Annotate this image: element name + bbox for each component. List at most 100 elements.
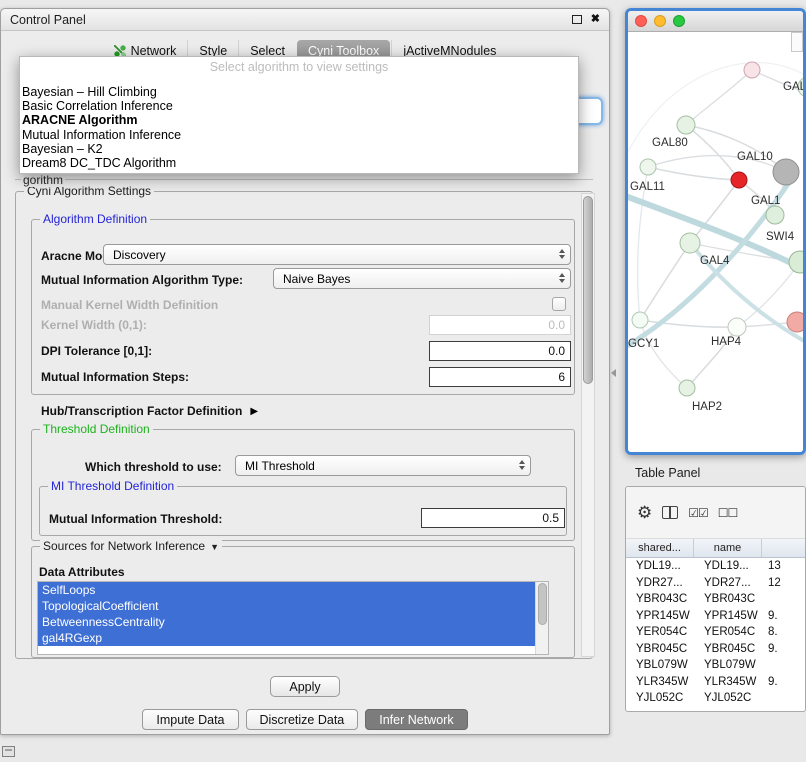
gear-icon[interactable]: ⚙	[637, 504, 652, 521]
algorithm-dropdown: Select algorithm to view settings Bayesi…	[19, 56, 579, 174]
network-node[interactable]	[766, 206, 784, 224]
attribute-item-gal4rgexp[interactable]: gal4RGexp	[38, 630, 535, 646]
network-edge[interactable]	[640, 243, 690, 320]
table-cell: YBR043C	[694, 593, 762, 605]
table-column-header-1[interactable]: shared...	[626, 539, 694, 557]
hub-definition-expander[interactable]: Hub/Transcription Factor Definition ▶	[41, 404, 258, 418]
kernel-width-input[interactable]	[429, 315, 571, 335]
network-node[interactable]	[789, 251, 803, 273]
table-panel-window: ⚙ ☑☑ ☐☐ shared...name YDL19...YDL19...13…	[625, 486, 806, 712]
table-cell: 9.	[762, 610, 805, 622]
attribute-item-topologicalcoefficient[interactable]: TopologicalCoefficient	[38, 598, 535, 614]
bottom-tab-impute-data[interactable]: Impute Data	[142, 709, 238, 730]
network-window-titlebar[interactable]	[628, 11, 803, 32]
zoom-traffic-button[interactable]	[673, 15, 685, 27]
attribute-item-betweennesscentrality[interactable]: BetweennessCentrality	[38, 614, 535, 630]
close-icon[interactable]: ✖	[591, 14, 600, 25]
docked-panel-icon[interactable]	[2, 746, 15, 757]
table-row[interactable]: YDR27...YDR27...12	[626, 575, 805, 592]
obscured-group-border	[15, 179, 593, 180]
table-row[interactable]: YBL079WYBL079W	[626, 657, 805, 674]
network-node[interactable]	[632, 312, 648, 328]
network-node[interactable]	[679, 380, 695, 396]
algorithm-dropdown-placeholder: Select algorithm to view settings	[20, 59, 578, 75]
chevron-down-icon[interactable]: ▼	[210, 542, 219, 552]
control-panel-title: Control Panel	[10, 13, 572, 27]
algorithm-option-dream8-dc-tdc-algorithm[interactable]: Dream8 DC_TDC Algorithm	[20, 156, 578, 170]
algorithm-option-bayesian-hill-climbing[interactable]: Bayesian – Hill Climbing	[20, 85, 578, 99]
window-controls: ✖	[572, 14, 600, 25]
mi-threshold-input[interactable]	[421, 508, 565, 528]
network-edge[interactable]	[686, 125, 739, 180]
dpi-tolerance-input[interactable]	[429, 341, 571, 361]
collapse-splitter-arrow[interactable]	[611, 369, 616, 377]
network-node-label-gcy1: GCY1	[628, 338, 659, 350]
control-panel-titlebar[interactable]: Control Panel ✖	[1, 9, 609, 31]
aracne-mode-select[interactable]: Discovery	[103, 244, 571, 265]
table-cell: YBL079W	[694, 659, 762, 671]
minimize-traffic-button[interactable]	[654, 15, 666, 27]
float-window-icon[interactable]	[572, 15, 582, 24]
mi-algorithm-type-select[interactable]: Naive Bayes	[273, 268, 571, 289]
network-canvas[interactable]: GALGAL80GAL10GAL11GAL1SWI4GAL4GCY1HAP4HA…	[628, 32, 803, 452]
table-cell: 12	[762, 577, 805, 589]
bottom-tabbar: Impute Data Discretize Data Infer Network	[1, 709, 609, 730]
table-cell: YER054C	[694, 626, 762, 638]
network-node[interactable]	[640, 159, 656, 175]
table-row[interactable]: YBR043CYBR043C	[626, 591, 805, 608]
table-row[interactable]: YJL052CYJL052C	[626, 690, 805, 707]
table-cell: 8.	[762, 626, 805, 638]
table-column-header-3[interactable]	[762, 539, 805, 557]
algorithm-option-basic-correlation-inference[interactable]: Basic Correlation Inference	[20, 99, 578, 113]
table-row[interactable]: YER054CYER054C8.	[626, 624, 805, 641]
select-all-columns-icon[interactable]: ☑☑	[688, 506, 708, 520]
manual-kernel-width-checkbox[interactable]	[552, 297, 566, 311]
network-node[interactable]	[728, 318, 746, 336]
mi-steps-input[interactable]	[429, 367, 571, 387]
close-traffic-button[interactable]	[635, 15, 647, 27]
obscured-group-label: gorithm	[21, 173, 65, 187]
settings-scrollbar-thumb[interactable]	[583, 196, 593, 384]
network-graph[interactable]: GALGAL80GAL10GAL11GAL1SWI4GAL4GCY1HAP4HA…	[628, 32, 803, 452]
combo-arrows-icon	[559, 273, 565, 283]
table-panel-title: Table Panel	[635, 466, 700, 480]
network-node[interactable]	[744, 62, 760, 78]
which-threshold-select[interactable]: MI Threshold	[235, 455, 531, 476]
settings-scrollbar[interactable]	[581, 193, 595, 657]
which-threshold-value: MI Threshold	[245, 459, 315, 473]
column-browser-icon[interactable]	[662, 506, 678, 519]
sources-title-text: Sources for Network Inference	[43, 539, 205, 553]
table-row[interactable]: YPR145WYPR145W9.	[626, 608, 805, 625]
attribute-item-selfloops[interactable]: SelfLoops	[38, 582, 535, 598]
apply-button[interactable]: Apply	[270, 676, 340, 697]
network-edge[interactable]	[648, 167, 739, 180]
bottom-tab-discretize-data[interactable]: Discretize Data	[246, 709, 359, 730]
table-row[interactable]: YDL19...YDL19...13	[626, 558, 805, 575]
sources-group-title: Sources for Network Inference ▼	[40, 539, 222, 553]
algorithm-option-aracne-algorithm[interactable]: ARACNE Algorithm	[20, 113, 578, 127]
table-cell: YBR043C	[626, 593, 694, 605]
network-node[interactable]	[773, 159, 799, 185]
algorithm-option-mutual-information-inference[interactable]: Mutual Information Inference	[20, 128, 578, 142]
network-node-label-gal10: GAL10	[737, 151, 773, 163]
network-node[interactable]	[787, 312, 803, 332]
network-node-label-swi4: SWI4	[766, 231, 795, 243]
data-attributes-list[interactable]: SelfLoopsTopologicalCoefficientBetweenne…	[37, 581, 549, 655]
network-edge[interactable]	[686, 70, 752, 125]
mi-threshold-label: Mutual Information Threshold:	[49, 512, 222, 526]
control-panel-window: Control Panel ✖ NetworkStyleSelectCyni T…	[0, 8, 610, 735]
list-scrollbar-thumb[interactable]	[538, 583, 547, 625]
table-row[interactable]: YLR345WYLR345W9.	[626, 674, 805, 691]
table-column-header-2[interactable]: name	[694, 539, 762, 557]
network-node[interactable]	[731, 172, 747, 188]
network-node[interactable]	[677, 116, 695, 134]
bottom-tab-infer-network[interactable]: Infer Network	[365, 709, 467, 730]
table-row[interactable]: YBR045CYBR045C9.	[626, 641, 805, 658]
network-scrollbar[interactable]	[791, 32, 803, 52]
algorithm-option-bayesian-k2[interactable]: Bayesian – K2	[20, 142, 578, 156]
table-cell: YDR27...	[626, 577, 694, 589]
network-icon	[114, 45, 126, 57]
network-node[interactable]	[680, 233, 700, 253]
unselect-all-columns-icon[interactable]: ☐☐	[718, 506, 738, 520]
list-scrollbar[interactable]	[535, 582, 548, 654]
